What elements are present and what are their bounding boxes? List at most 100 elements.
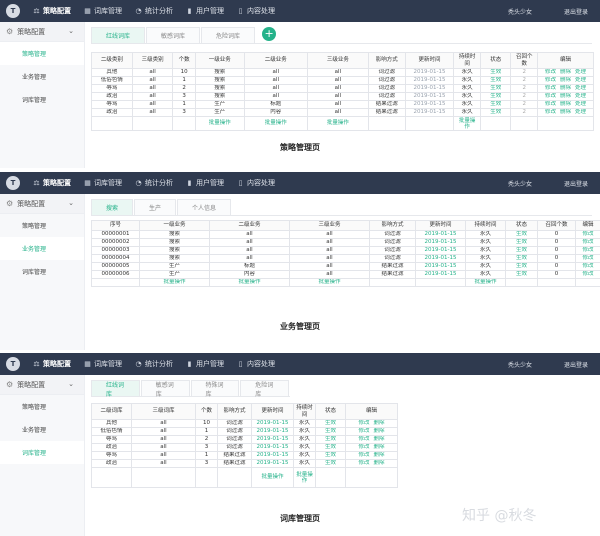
row-action-2[interactable]: 处理: [575, 102, 586, 108]
row-action-2[interactable]: 处理: [575, 86, 586, 92]
row-action-1[interactable]: 删除: [560, 110, 571, 116]
add-tab-button[interactable]: +: [262, 27, 277, 41]
tab-search[interactable]: 搜索: [91, 199, 134, 215]
nav-item-statistics[interactable]: ◔ 统计分析: [134, 359, 173, 369]
row-action-1[interactable]: 删除: [374, 437, 385, 443]
nav-item-lexicon[interactable]: ▦ 词库管理: [83, 6, 122, 16]
row-action-0[interactable]: 修改: [545, 86, 556, 92]
nav-item-users[interactable]: ▮ 用户管理: [185, 178, 224, 188]
tab-personal-info[interactable]: 个人信息: [177, 199, 232, 215]
batch-operation-link[interactable]: 批量操作: [296, 472, 313, 484]
row-action-0[interactable]: 修改: [545, 102, 556, 108]
sidebar-item-strategy[interactable]: 策略管理: [0, 214, 84, 237]
tab-sensitive[interactable]: 敏感词库: [146, 27, 201, 43]
edit-button[interactable]: 修改: [582, 248, 593, 254]
batch-operation-link[interactable]: 批量操作: [265, 120, 287, 126]
nav-item-content[interactable]: ▯ 内容处理: [236, 359, 275, 369]
tab-sensitive[interactable]: 敏感词库: [140, 380, 190, 398]
edit-button[interactable]: 修改: [582, 264, 593, 270]
edit-button[interactable]: 修改: [582, 272, 593, 278]
nav-item-strategy[interactable]: ⚖ 策略配置: [32, 359, 71, 369]
table-cell: 2019-01-15: [251, 435, 294, 444]
row-action-0[interactable]: 修改: [358, 453, 369, 459]
table-row: 政治 all 3 词过滤 2019-01-15 永久 生效 修改 删除: [91, 443, 398, 452]
batch-operation-link[interactable]: 批量操作: [327, 120, 349, 126]
row-action-0[interactable]: 修改: [358, 461, 369, 467]
nav-item-content[interactable]: ▯ 内容处理: [236, 6, 275, 16]
nav-item-users[interactable]: ▮ 用户管理: [185, 6, 224, 16]
table-cell: all: [131, 92, 174, 101]
row-action-1[interactable]: 删除: [560, 94, 571, 100]
tab-bar: 红线词库 敏感词库 危险词库 +: [91, 24, 592, 44]
tab-special[interactable]: 特殊词库: [190, 380, 240, 398]
sidebar-item-business[interactable]: 业务管理: [0, 65, 84, 88]
sidebar-header[interactable]: ⚙ 策略配置 ⌄: [0, 194, 84, 214]
sidebar-item-business[interactable]: 业务管理: [0, 418, 84, 441]
nav-item-statistics[interactable]: ◔ 统计分析: [134, 178, 173, 188]
edit-button[interactable]: 修改: [582, 240, 593, 246]
user-name[interactable]: 秃头少女: [508, 353, 532, 375]
sidebar-header[interactable]: ⚙ 策略配置 ⌄: [0, 22, 84, 42]
row-action-1[interactable]: 删除: [374, 445, 385, 451]
table-cell: 搜索: [139, 238, 210, 247]
tab-danger[interactable]: 危险词库: [240, 380, 289, 398]
batch-operation-link[interactable]: 批量操作: [209, 120, 231, 126]
row-action-0[interactable]: 修改: [358, 429, 369, 435]
row-action-0[interactable]: 修改: [545, 110, 556, 116]
sidebar-header[interactable]: ⚙ 策略配置 ⌄: [0, 375, 84, 395]
row-action-0[interactable]: 修改: [545, 78, 556, 84]
edit-button[interactable]: 修改: [582, 232, 593, 238]
sidebar-item-lexicon[interactable]: 词库管理: [0, 441, 84, 464]
row-action-1[interactable]: 删除: [560, 86, 571, 92]
nav-item-statistics[interactable]: ◔ 统计分析: [134, 6, 173, 16]
table-cell: all: [289, 270, 370, 279]
row-action-1[interactable]: 删除: [374, 461, 385, 467]
table-cell: 结果过滤: [369, 262, 416, 271]
row-action-0[interactable]: 修改: [358, 445, 369, 451]
row-action-0[interactable]: 修改: [358, 437, 369, 443]
nav-item-strategy[interactable]: ⚖ 策略配置: [32, 178, 71, 188]
sidebar-item-lexicon[interactable]: 词库管理: [0, 260, 84, 283]
row-action-2[interactable]: 处理: [575, 94, 586, 100]
tab-production[interactable]: 生产: [134, 199, 177, 215]
nav-item-users[interactable]: ▮ 用户管理: [185, 359, 224, 369]
batch-operation-link[interactable]: 批量操作: [238, 280, 260, 286]
row-action-2[interactable]: 处理: [575, 70, 586, 76]
sidebar-item-strategy[interactable]: 策略管理: [0, 42, 84, 65]
logout-button[interactable]: 退出登录: [564, 353, 588, 375]
row-action-0[interactable]: 修改: [358, 421, 369, 427]
batch-operation-link[interactable]: 批量操作: [474, 280, 496, 286]
nav-item-content[interactable]: ▯ 内容处理: [236, 178, 275, 188]
sidebar-item-business[interactable]: 业务管理: [0, 237, 84, 260]
user-name[interactable]: 秃头少女: [508, 172, 532, 194]
row-action-0[interactable]: 修改: [545, 94, 556, 100]
logout-button[interactable]: 退出登录: [564, 172, 588, 194]
batch-operation-link[interactable]: 批量操作: [163, 280, 185, 286]
tab-redline[interactable]: 红线词库: [91, 380, 140, 398]
sidebar-item-lexicon[interactable]: 词库管理: [0, 88, 84, 111]
sidebar-item-strategy[interactable]: 策略管理: [0, 395, 84, 418]
batch-operation-link[interactable]: 批量操作: [459, 118, 476, 130]
user-name[interactable]: 秃头少女: [508, 0, 532, 22]
row-action-2[interactable]: 处理: [575, 110, 586, 116]
batch-operation-link[interactable]: 批量操作: [318, 280, 340, 286]
nav-item-lexicon[interactable]: ▦ 词库管理: [83, 359, 122, 369]
tab-danger[interactable]: 危险词库: [201, 27, 256, 43]
table-cell: 生效: [505, 262, 538, 271]
row-action-1[interactable]: 删除: [560, 102, 571, 108]
row-action-0[interactable]: 修改: [545, 70, 556, 76]
nav-item-lexicon[interactable]: ▦ 词库管理: [83, 178, 122, 188]
row-action-1[interactable]: 删除: [374, 421, 385, 427]
row-action-1[interactable]: 删除: [374, 453, 385, 459]
edit-button[interactable]: 修改: [582, 256, 593, 262]
row-action-2[interactable]: 处理: [575, 78, 586, 84]
logout-button[interactable]: 退出登录: [564, 0, 588, 22]
row-action-1[interactable]: 删除: [374, 429, 385, 435]
tab-redline[interactable]: 红线词库: [91, 27, 146, 43]
batch-operation-link[interactable]: 批量操作: [261, 474, 283, 480]
row-action-1[interactable]: 删除: [560, 70, 571, 76]
table-cell: 永久: [293, 451, 316, 460]
row-action-1[interactable]: 删除: [560, 78, 571, 84]
nav-item-strategy[interactable]: ⚖ 策略配置: [32, 6, 71, 16]
table-cell: 生效: [505, 230, 538, 239]
